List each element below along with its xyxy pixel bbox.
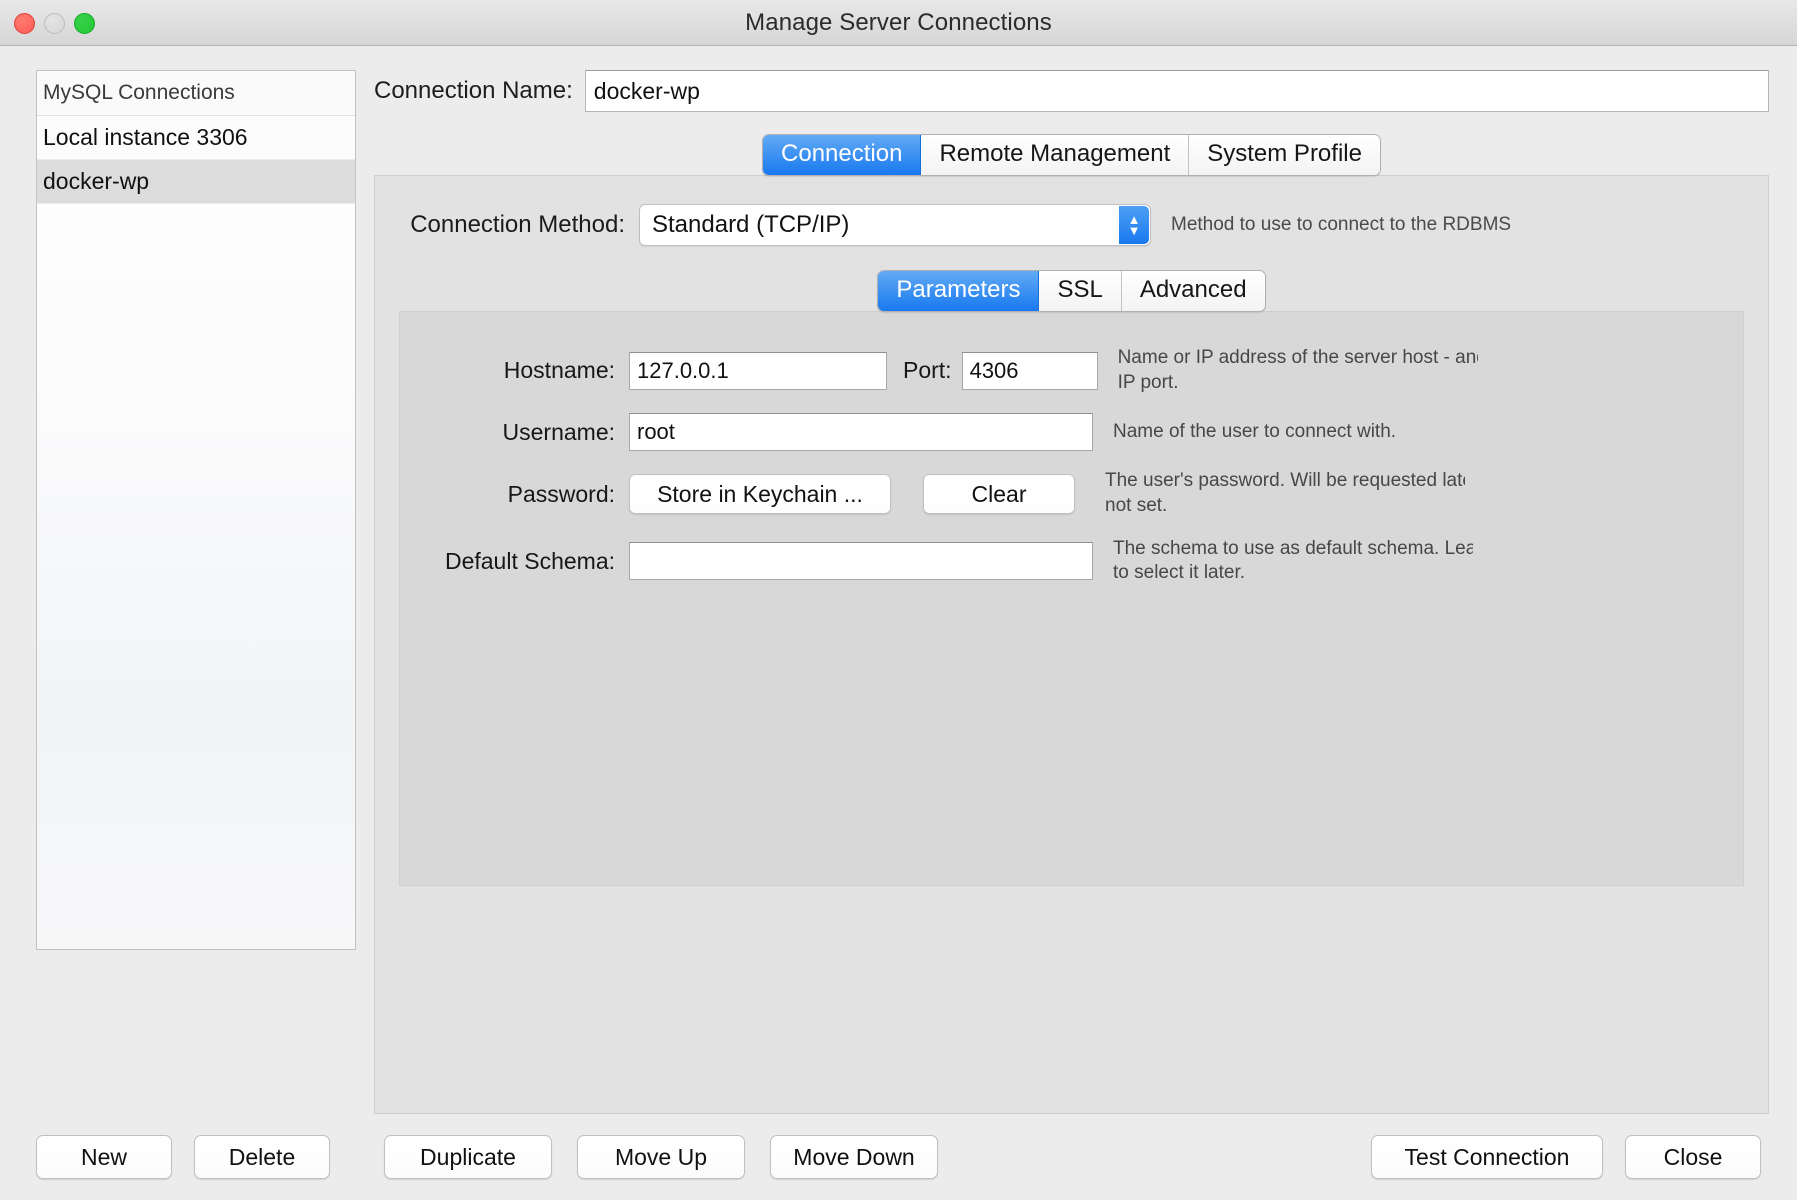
manage-server-connections-window: Manage Server Connections MySQL Connecti… <box>0 0 1797 1200</box>
footer-left-group: New Delete <box>36 1135 356 1179</box>
connection-method-value: Standard (TCP/IP) <box>652 211 850 238</box>
test-connection-button[interactable]: Test Connection <box>1371 1135 1603 1179</box>
main-tabstrip-wrapper: Connection Remote Management System Prof… <box>374 134 1769 176</box>
connection-method-label: Connection Method: <box>410 211 625 238</box>
footer-right-group: Test Connection Close <box>1371 1135 1761 1179</box>
connection-name-input[interactable] <box>584 70 1769 112</box>
username-label: Username: <box>502 418 615 445</box>
connection-editor-column: Connection Name: Connection Remote Manag… <box>356 70 1769 1114</box>
default-schema-hint-line1: The schema to use as default schema. Lea… <box>1113 537 1473 559</box>
delete-button[interactable]: Delete <box>194 1135 330 1179</box>
password-hint: The user's password. Will be requested l… <box>1105 469 1465 518</box>
traffic-light-group <box>14 0 95 46</box>
move-down-button[interactable]: Move Down <box>770 1135 938 1179</box>
default-schema-hint-line2: to select it later. <box>1113 562 1246 584</box>
hostname-hint: Name or IP address of the server host - … <box>1118 346 1478 395</box>
new-button[interactable]: New <box>36 1135 172 1179</box>
hostname-hint-line2: IP port. <box>1117 371 1179 393</box>
maximize-window-icon[interactable] <box>74 12 95 34</box>
close-window-icon[interactable] <box>14 12 35 34</box>
default-schema-row: Default Schema: The schema to use as def… <box>400 537 1743 586</box>
dialog-footer: New Delete Duplicate Move Up Move Down T… <box>0 1114 1797 1200</box>
port-label: Port: <box>903 357 952 384</box>
username-row: Username: Name of the user to connect wi… <box>400 413 1743 452</box>
move-up-button[interactable]: Move Up <box>577 1135 745 1179</box>
connections-list[interactable]: MySQL Connections Local instance 3306 do… <box>36 70 356 950</box>
connection-name-label: Connection Name: <box>374 77 573 104</box>
window-title: Manage Server Connections <box>745 8 1052 36</box>
connections-list-header: MySQL Connections <box>37 71 355 116</box>
list-item[interactable]: Local instance 3306 <box>37 116 355 160</box>
connection-tab-panel: Connection Method: Standard (TCP/IP) ▲ ▼ … <box>374 175 1769 1114</box>
sidebar-column: MySQL Connections Local instance 3306 do… <box>36 70 356 1114</box>
list-item[interactable]: docker-wp <box>37 160 355 204</box>
minimize-window-icon[interactable] <box>44 12 65 34</box>
parameters-panel: Hostname: Port: Name or IP address of th… <box>399 311 1744 886</box>
username-input[interactable] <box>629 413 1093 452</box>
param-tabstrip-wrapper: Parameters SSL Advanced <box>375 270 1768 312</box>
port-input[interactable] <box>961 351 1098 390</box>
window-titlebar: Manage Server Connections <box>0 0 1797 46</box>
close-button[interactable]: Close <box>1625 1135 1761 1179</box>
password-hint-line1: The user's password. Will be requested l… <box>1105 470 1465 492</box>
username-hint-line1: Name of the user to connect with. <box>1113 421 1397 443</box>
hostname-hint-line1: Name or IP address of the server host - … <box>1117 347 1478 368</box>
connection-method-row: Connection Method: Standard (TCP/IP) ▲ ▼ … <box>375 204 1768 246</box>
default-schema-input[interactable] <box>629 542 1093 581</box>
default-schema-label: Default Schema: <box>444 547 615 574</box>
tab-parameters[interactable]: Parameters <box>878 271 1040 311</box>
password-label: Password: <box>507 480 615 507</box>
tab-remote-management[interactable]: Remote Management <box>921 135 1190 175</box>
username-hint: Name of the user to connect with. <box>1113 420 1473 445</box>
chevron-updown-icon[interactable]: ▲ ▼ <box>1119 206 1149 244</box>
param-tabstrip: Parameters SSL Advanced <box>877 270 1266 312</box>
password-hint-line2: not set. <box>1105 495 1168 517</box>
footer-middle-group: Duplicate Move Up Move Down <box>384 1135 938 1179</box>
clear-password-button[interactable]: Clear <box>923 474 1075 515</box>
tab-system-profile[interactable]: System Profile <box>1189 135 1380 175</box>
default-schema-hint: The schema to use as default schema. Lea… <box>1113 537 1473 586</box>
connection-name-row: Connection Name: <box>374 70 1769 112</box>
hostname-row: Hostname: Port: Name or IP address of th… <box>400 346 1743 395</box>
tab-connection[interactable]: Connection <box>763 135 922 175</box>
main-tabstrip: Connection Remote Management System Prof… <box>762 134 1381 176</box>
hostname-label: Hostname: <box>503 357 615 384</box>
connection-method-hint: Method to use to connect to the RDBMS <box>1171 213 1512 235</box>
password-row: Password: Store in Keychain ... Clear Th… <box>400 469 1743 518</box>
duplicate-button[interactable]: Duplicate <box>384 1135 552 1179</box>
dialog-body: MySQL Connections Local instance 3306 do… <box>0 46 1797 1114</box>
tab-ssl[interactable]: SSL <box>1039 271 1122 311</box>
tab-advanced[interactable]: Advanced <box>1121 271 1265 311</box>
store-in-keychain-button[interactable]: Store in Keychain ... <box>629 474 891 515</box>
connection-method-select[interactable]: Standard (TCP/IP) ▲ ▼ <box>639 204 1151 246</box>
hostname-input[interactable] <box>629 351 887 390</box>
